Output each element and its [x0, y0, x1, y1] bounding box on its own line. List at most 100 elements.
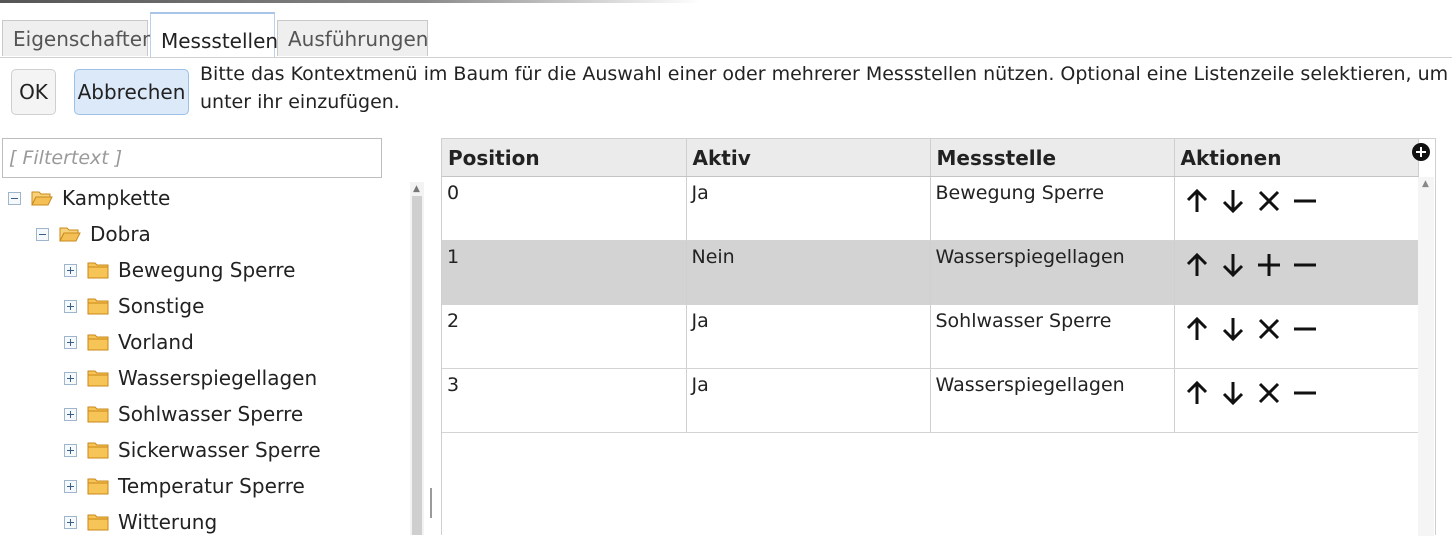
tree-node-label: Temperatur Sperre: [118, 474, 305, 498]
tree-node-child[interactable]: Dobra: [36, 216, 151, 252]
expand-icon[interactable]: [64, 443, 77, 457]
remove-minus-icon[interactable]: [1291, 315, 1327, 343]
selection-table-panel: Position Aktiv Messstelle Aktionen 0 Ja Be…: [441, 138, 1436, 536]
folder-icon: [87, 262, 109, 279]
measurement-tree: Kampkette Dobra Bewegung Sperre Sonstige…: [0, 180, 405, 535]
tree-node-root[interactable]: Kampkette: [8, 180, 170, 216]
cell-aktionen: [1174, 176, 1419, 241]
cell-position: 2: [442, 304, 687, 369]
tree-node-label: Sickerwasser Sperre: [118, 438, 321, 462]
arrow-up-icon[interactable]: [1183, 379, 1219, 407]
deactivate-x-icon[interactable]: [1255, 187, 1291, 215]
tree-node-item[interactable]: Vorland: [64, 324, 194, 360]
table-scrollbar[interactable]: ▲: [1418, 177, 1434, 536]
tree-node-item[interactable]: Temperatur Sperre: [64, 468, 305, 504]
expand-icon[interactable]: [64, 407, 77, 421]
arrow-down-icon[interactable]: [1219, 315, 1255, 343]
cell-aktionen: [1174, 368, 1419, 433]
table-row[interactable]: 2 Ja Sohlwasser Sperre: [442, 304, 1419, 369]
collapse-icon[interactable]: [8, 191, 21, 205]
arrow-down-icon[interactable]: [1219, 251, 1255, 279]
pane-splitter[interactable]: [430, 488, 432, 518]
cell-aktionen: [1174, 240, 1419, 305]
folder-icon: [87, 334, 109, 351]
tree-node-item[interactable]: Sonstige: [64, 288, 204, 324]
table-header-row: Position Aktiv Messstelle Aktionen: [442, 139, 1419, 177]
folder-icon: [87, 406, 109, 423]
cell-position: 3: [442, 368, 687, 433]
remove-minus-icon[interactable]: [1291, 251, 1327, 279]
table-row[interactable]: 3 Ja Wasserspiegellagen: [442, 368, 1419, 433]
tree-node-item[interactable]: Witterung: [64, 504, 217, 535]
cell-aktiv: Ja: [686, 304, 931, 369]
tree-node-item[interactable]: Sohlwasser Sperre: [64, 396, 303, 432]
arrow-down-icon[interactable]: [1219, 187, 1255, 215]
arrow-up-icon[interactable]: [1183, 251, 1219, 279]
tab-messstellen[interactable]: Messstellen: [150, 12, 278, 58]
window-top-edge: [0, 0, 700, 3]
cell-position: 0: [442, 176, 687, 241]
tree-node-label: Bewegung Sperre: [118, 258, 296, 282]
expand-icon[interactable]: [64, 299, 77, 313]
tree-node-label: Sohlwasser Sperre: [118, 402, 304, 426]
tree-node-item[interactable]: Wasserspiegellagen: [64, 360, 317, 396]
arrow-up-icon[interactable]: [1183, 315, 1219, 343]
expand-icon[interactable]: [64, 335, 77, 349]
cell-messstelle: Wasserspiegellagen: [930, 368, 1175, 433]
tree-node-label: Kampkette: [62, 186, 171, 210]
ok-button[interactable]: OK: [11, 69, 56, 115]
tree-scrollbar[interactable]: ▲: [410, 182, 424, 535]
cell-messstelle: Wasserspiegellagen: [930, 240, 1175, 305]
tree-node-item[interactable]: Sickerwasser Sperre: [64, 432, 321, 468]
tree-node-label: Dobra: [90, 222, 151, 246]
remove-minus-icon[interactable]: [1291, 187, 1327, 215]
column-header-position[interactable]: Position: [442, 139, 687, 177]
add-circle-icon[interactable]: [1412, 143, 1430, 161]
arrow-down-icon[interactable]: [1219, 379, 1255, 407]
scroll-up-arrow-icon[interactable]: ▲: [1422, 179, 1429, 189]
folder-icon: [87, 478, 109, 495]
remove-minus-icon[interactable]: [1291, 379, 1327, 407]
tab-ausfuehrungen[interactable]: Ausführungen: [277, 20, 428, 56]
folder-open-icon: [31, 191, 53, 206]
table-row[interactable]: 1 Nein Wasserspiegellagen: [442, 240, 1419, 305]
tree-node-label: Vorland: [118, 330, 194, 354]
folder-icon: [87, 442, 109, 459]
scrollbar-thumb[interactable]: [412, 196, 422, 535]
arrow-up-icon[interactable]: [1183, 187, 1219, 215]
tree-node-label: Witterung: [118, 510, 218, 534]
column-header-aktiv[interactable]: Aktiv: [686, 139, 931, 177]
folder-icon: [87, 514, 109, 531]
expand-icon[interactable]: [64, 479, 77, 493]
expand-icon[interactable]: [64, 515, 77, 529]
cell-messstelle: Sohlwasser Sperre: [930, 304, 1175, 369]
tree-node-label: Wasserspiegellagen: [118, 366, 318, 390]
scroll-up-arrow-icon[interactable]: ▲: [413, 184, 420, 194]
expand-icon[interactable]: [64, 371, 77, 385]
folder-open-icon: [59, 227, 81, 242]
instruction-text: Bitte das Kontextmenü im Baum für die Au…: [200, 63, 1449, 113]
collapse-icon[interactable]: [36, 227, 49, 241]
column-header-messstelle[interactable]: Messstelle: [930, 139, 1175, 177]
folder-icon: [87, 298, 109, 315]
table-row[interactable]: 0 Ja Bewegung Sperre: [442, 176, 1419, 241]
tree-node-item[interactable]: Bewegung Sperre: [64, 252, 295, 288]
column-header-aktionen[interactable]: Aktionen: [1174, 139, 1419, 177]
cell-aktionen: [1174, 304, 1419, 369]
tree-node-label: Sonstige: [118, 294, 205, 318]
filter-input[interactable]: [2, 138, 382, 178]
cell-aktiv: Nein: [686, 240, 931, 305]
selection-table: Position Aktiv Messstelle Aktionen 0 Ja Be…: [442, 139, 1419, 433]
cell-aktiv: Ja: [686, 368, 931, 433]
cell-messstelle: Bewegung Sperre: [930, 176, 1175, 241]
cancel-button[interactable]: Abbrechen: [74, 69, 189, 115]
activate-plus-icon[interactable]: [1255, 251, 1291, 279]
tab-eigenschaften[interactable]: Eigenschaften: [2, 20, 155, 56]
cell-aktiv: Ja: [686, 176, 931, 241]
tab-divider: [0, 57, 1452, 58]
deactivate-x-icon[interactable]: [1255, 315, 1291, 343]
deactivate-x-icon[interactable]: [1255, 379, 1291, 407]
cell-position: 1: [442, 240, 687, 305]
expand-icon[interactable]: [64, 263, 77, 277]
folder-icon: [87, 370, 109, 387]
